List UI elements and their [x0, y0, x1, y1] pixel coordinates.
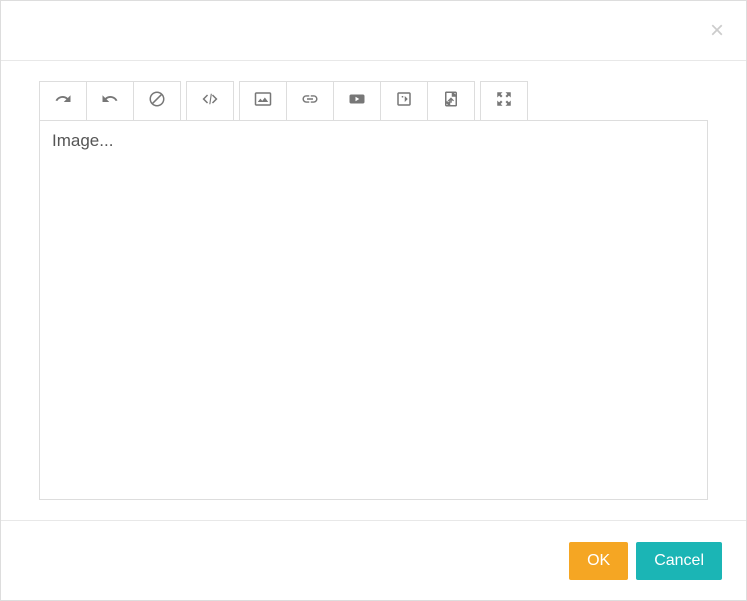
close-button[interactable]: × — [710, 19, 724, 43]
editor-placeholder: Image... — [52, 131, 113, 150]
fullscreen-icon — [495, 90, 513, 113]
embed-video-button[interactable] — [380, 81, 428, 121]
image-button[interactable] — [239, 81, 287, 121]
embed-video-icon — [395, 90, 413, 113]
file-icon — [442, 90, 460, 113]
editor-toolbar — [39, 81, 708, 121]
code-button[interactable] — [186, 81, 234, 121]
dialog-body: Image... — [1, 61, 746, 520]
undo-icon — [101, 90, 119, 113]
ok-button[interactable]: OK — [569, 542, 628, 580]
code-icon — [201, 90, 219, 113]
video-button[interactable] — [333, 81, 381, 121]
link-button[interactable] — [286, 81, 334, 121]
dialog-header: × — [1, 1, 746, 61]
video-icon — [348, 90, 366, 113]
link-icon — [301, 90, 319, 113]
undo-button[interactable] — [86, 81, 134, 121]
image-icon — [254, 90, 272, 113]
clear-button[interactable] — [133, 81, 181, 121]
toolbar-group-view — [480, 81, 528, 121]
toolbar-group-media — [239, 81, 475, 121]
redo-icon — [54, 90, 72, 113]
block-icon — [148, 90, 166, 113]
editor-textarea[interactable]: Image... — [39, 120, 708, 500]
dialog-footer: OK Cancel — [1, 520, 746, 600]
file-button[interactable] — [427, 81, 475, 121]
fullscreen-button[interactable] — [480, 81, 528, 121]
cancel-button[interactable]: Cancel — [636, 542, 722, 580]
toolbar-group-code — [186, 81, 234, 121]
dialog: × — [0, 0, 747, 601]
toolbar-group-history — [39, 81, 181, 121]
redo-button[interactable] — [39, 81, 87, 121]
